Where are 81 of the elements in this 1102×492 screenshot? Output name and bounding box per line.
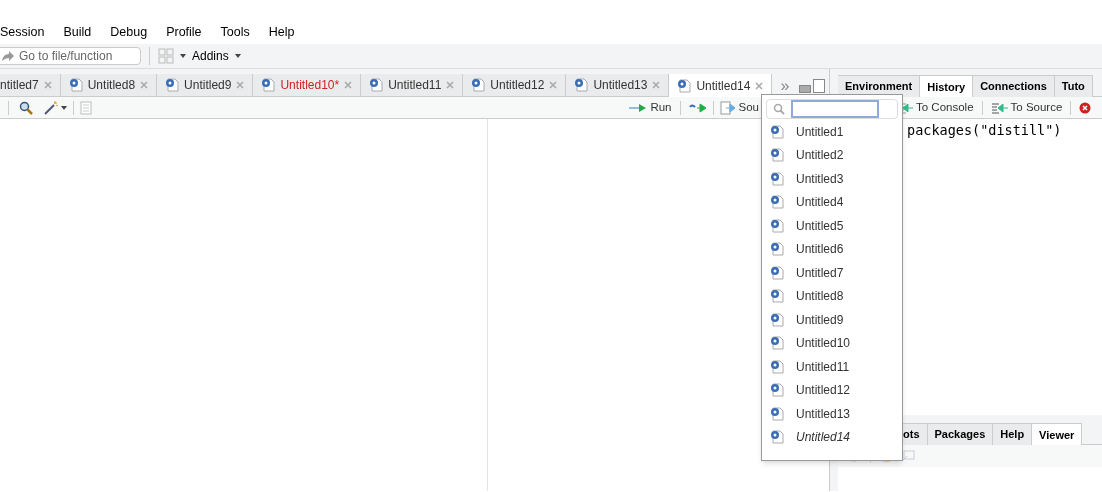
close-icon[interactable] xyxy=(344,81,353,89)
addins-menu[interactable]: Addins xyxy=(192,47,229,65)
r-file-icon xyxy=(770,312,784,327)
menu-item[interactable]: Help xyxy=(268,22,295,42)
tab-list-item[interactable]: Untitled1 xyxy=(762,120,902,144)
r-file-icon xyxy=(770,148,784,163)
tab-list-item[interactable]: Untitled10 xyxy=(762,331,902,355)
pane-tab[interactable]: Environment xyxy=(838,75,921,97)
arrow-icon xyxy=(990,101,1009,114)
menu-item[interactable]: Build xyxy=(63,22,92,42)
editor-tab[interactable]: Untitled9 xyxy=(157,74,254,96)
editor-tab[interactable]: Untitled11 xyxy=(361,74,464,96)
rerun-icon[interactable] xyxy=(688,102,707,113)
close-icon[interactable] xyxy=(446,81,455,89)
delete-icon[interactable] xyxy=(1079,101,1092,114)
run-button[interactable]: Run xyxy=(629,98,672,117)
editor-tab[interactable]: Untitled12 xyxy=(463,74,567,96)
pane-tab[interactable]: History xyxy=(920,75,974,98)
goto-field[interactable]: Go to file/function xyxy=(0,47,141,65)
grid-icon[interactable] xyxy=(158,48,174,64)
tab-list-item[interactable]: Untitled13 xyxy=(762,402,902,426)
tab-list-item[interactable]: Untitled5 xyxy=(762,214,902,238)
arrow-icon xyxy=(1,50,15,62)
source-button[interactable]: Sou xyxy=(719,98,759,117)
magic-wand-icon[interactable] xyxy=(43,99,59,116)
close-icon[interactable] xyxy=(140,81,149,89)
arrow-icon xyxy=(629,102,648,113)
menu-item[interactable]: Profile xyxy=(166,22,202,42)
pane-tab[interactable]: Viewer xyxy=(1032,423,1083,446)
close-icon[interactable] xyxy=(549,81,558,89)
menu-item[interactable]: Debug xyxy=(110,22,148,42)
menu-item[interactable]: Session xyxy=(0,22,45,42)
editor-tab[interactable]: Untitled14 xyxy=(669,74,773,97)
minimize-button[interactable] xyxy=(799,85,812,93)
pane-tab[interactable]: Help xyxy=(993,423,1033,445)
close-icon[interactable] xyxy=(43,81,52,89)
tab-list-item[interactable]: Untitled6 xyxy=(762,237,902,261)
r-file-icon xyxy=(770,406,784,421)
tab-list-item[interactable]: Untitled12 xyxy=(762,378,902,402)
menu-item[interactable]: Tools xyxy=(220,22,250,42)
r-file-icon xyxy=(770,265,784,280)
tab-list-item[interactable]: Untitled8 xyxy=(762,284,902,308)
editor-tab[interactable]: Untitled13 xyxy=(566,74,670,96)
caret-icon[interactable] xyxy=(61,105,67,110)
close-icon[interactable] xyxy=(236,81,245,89)
r-file-icon xyxy=(770,336,784,351)
editor-tab[interactable]: Untitled10* xyxy=(253,74,362,96)
search-icon[interactable] xyxy=(19,100,33,115)
pane-tab[interactable]: Packages xyxy=(927,423,994,445)
tab-list-item[interactable]: Untitled3 xyxy=(762,167,902,191)
pane-tab[interactable]: Tuto xyxy=(1054,75,1093,97)
document-outline-icon[interactable] xyxy=(80,100,92,115)
tab-list-item[interactable]: Untitled9 xyxy=(762,308,902,332)
tab-list-item[interactable]: Untitled11 xyxy=(762,355,902,379)
r-file-icon xyxy=(770,289,784,304)
r-file-icon xyxy=(770,383,784,398)
editor-tab[interactable]: Untitled8 xyxy=(60,74,158,96)
r-file-icon xyxy=(770,242,784,257)
r-file-icon xyxy=(770,430,784,445)
tab-list-item[interactable]: Untitled2 xyxy=(762,143,902,167)
r-file-icon xyxy=(770,124,784,139)
to-console-button[interactable]: To Console xyxy=(898,98,974,117)
tab-list-item[interactable]: Untitled7 xyxy=(762,261,902,285)
maximize-button[interactable] xyxy=(813,79,826,93)
pane-tab[interactable]: Connections xyxy=(973,75,1055,97)
caret-icon[interactable] xyxy=(234,54,241,58)
r-file-icon xyxy=(770,171,784,186)
tab-search-field[interactable] xyxy=(766,99,898,119)
r-file-icon xyxy=(770,218,784,233)
history-line[interactable]: packages("distill") xyxy=(907,120,1102,141)
caret-icon[interactable] xyxy=(180,54,186,58)
r-file-icon xyxy=(770,359,784,374)
tab-list-item[interactable]: Untitled4 xyxy=(762,190,902,214)
popout-icon[interactable] xyxy=(901,450,915,462)
close-icon[interactable] xyxy=(755,81,764,90)
close-icon[interactable] xyxy=(652,81,661,89)
search-icon xyxy=(773,103,785,115)
r-file-icon xyxy=(770,195,784,210)
arrow-icon xyxy=(719,100,736,115)
editor-tab[interactable]: ntitled7 xyxy=(0,74,61,96)
to-source-button[interactable]: To Source xyxy=(990,98,1063,117)
